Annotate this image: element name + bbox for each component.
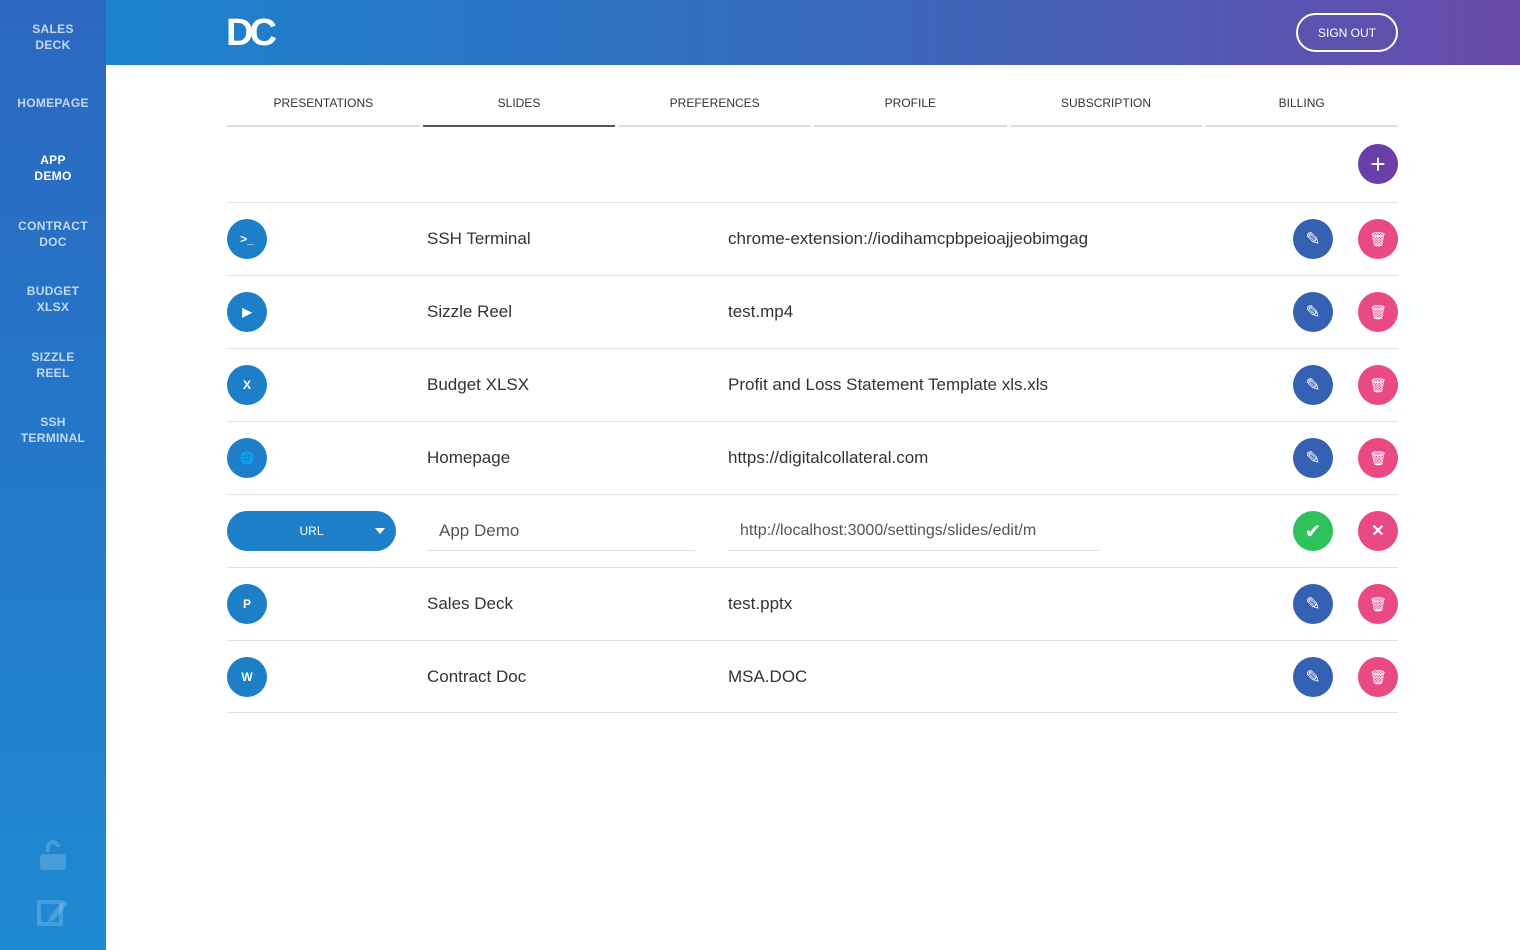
- slide-url-input[interactable]: http://localhost:3000/settings/slides/ed…: [728, 511, 1099, 551]
- tab-slides[interactable]: SLIDES: [422, 96, 616, 127]
- edit-button[interactable]: ✎: [1293, 657, 1333, 697]
- label: HOMEPAGE: [17, 96, 89, 110]
- sidebar-item-budget-xlsx[interactable]: BUDGET XLSX: [0, 283, 106, 315]
- slide-row-contract-doc: W Contract Doc MSA.DOC ✎ 🗑: [227, 640, 1398, 713]
- slide-name: Contract Doc: [427, 667, 527, 686]
- slide-name-input[interactable]: [427, 511, 695, 551]
- label: XLSX: [36, 300, 70, 314]
- tab-preferences[interactable]: PREFERENCES: [618, 96, 812, 127]
- tab-subscription[interactable]: SUBSCRIPTION: [1009, 96, 1203, 127]
- slide-row-sales-deck: P Sales Deck test.pptx ✎ 🗑: [227, 567, 1398, 640]
- delete-button[interactable]: 🗑: [1358, 438, 1398, 478]
- slide-name: Budget XLSX: [427, 375, 530, 394]
- pencil-icon: ✎: [1305, 301, 1321, 322]
- tab-billing[interactable]: BILLING: [1205, 96, 1399, 127]
- sidebar-item-sizzle-reel[interactable]: SIZZLE REEL: [0, 349, 106, 381]
- slide-name: Sizzle Reel: [427, 302, 513, 321]
- slide-source: MSA.DOC: [728, 667, 808, 686]
- trash-icon: 🗑: [1369, 595, 1387, 612]
- chevron-down-icon: [375, 528, 385, 534]
- edit-note-icon[interactable]: [36, 894, 70, 928]
- delete-button[interactable]: 🗑: [1358, 657, 1398, 697]
- tab-bar: PRESENTATIONS SLIDES PREFERENCES PROFILE…: [227, 96, 1399, 127]
- pencil-icon: ✎: [1305, 447, 1321, 468]
- tab-presentations[interactable]: PRESENTATIONS: [227, 96, 420, 127]
- label: SIZZLE: [31, 350, 75, 364]
- slide-source: https://digitalcollateral.com: [728, 448, 929, 467]
- slide-source: test.pptx: [728, 594, 793, 613]
- word-file-icon: W: [227, 657, 267, 697]
- slide-row-sizzle-reel: ▶ Sizzle Reel test.mp4 ✎ 🗑: [227, 275, 1398, 348]
- slide-name: Homepage: [427, 448, 511, 467]
- slide-source: test.mp4: [728, 302, 794, 321]
- edit-button[interactable]: ✎: [1293, 438, 1333, 478]
- slide-source: chrome-extension://iodihamcpbpeioajjeobi…: [728, 229, 1089, 248]
- pencil-icon: ✎: [1305, 593, 1321, 614]
- slide-row-homepage: 🌐 Homepage https://digitalcollateral.com…: [227, 421, 1398, 494]
- excel-file-icon: X: [227, 365, 267, 405]
- slide-name: Sales Deck: [427, 594, 513, 613]
- label: DOC: [39, 235, 67, 249]
- label: REEL: [36, 366, 70, 380]
- label: SSH: [40, 415, 66, 429]
- sidebar-item-app-demo[interactable]: APP DEMO: [0, 152, 106, 184]
- label: DEMO: [34, 169, 72, 183]
- tab-profile[interactable]: PROFILE: [814, 96, 1007, 127]
- sidebar-item-contract-doc[interactable]: CONTRACT DOC: [0, 218, 106, 250]
- delete-button[interactable]: 🗑: [1358, 365, 1398, 405]
- add-slide-button[interactable]: +: [1358, 144, 1398, 184]
- check-icon: ✔: [1304, 520, 1322, 543]
- globe-icon: 🌐: [227, 438, 267, 478]
- delete-button[interactable]: 🗑: [1358, 292, 1398, 332]
- label: BUDGET: [26, 284, 80, 298]
- slide-type-select[interactable]: URL: [227, 511, 396, 551]
- sidebar: SALES DECK HOMEPAGE APP DEMO CONTRACT DOC B…: [0, 0, 106, 950]
- sidebar-item-homepage[interactable]: HOMEPAGE: [0, 95, 106, 111]
- pencil-icon: ✎: [1305, 666, 1321, 687]
- trash-icon: 🗑: [1369, 230, 1387, 247]
- sidebar-item-sales-deck[interactable]: SALES DECK: [0, 21, 106, 53]
- slide-row-ssh-terminal: >_ SSH Terminal chrome-extension://iodih…: [227, 202, 1398, 275]
- label: SALES: [32, 22, 74, 36]
- edit-button[interactable]: ✎: [1293, 219, 1333, 259]
- edit-button[interactable]: ✎: [1293, 292, 1333, 332]
- terminal-icon: >_: [227, 219, 267, 259]
- confirm-button[interactable]: ✔: [1293, 511, 1333, 551]
- pencil-icon: ✎: [1305, 374, 1321, 395]
- header: DC SIGN OUT: [106, 0, 1520, 65]
- delete-button[interactable]: 🗑: [1358, 219, 1398, 259]
- sign-out-button[interactable]: SIGN OUT: [1296, 13, 1398, 52]
- trash-icon: 🗑: [1369, 668, 1387, 685]
- label: CONTRACT: [18, 219, 88, 233]
- slide-source: Profit and Loss Statement Template xls.x…: [728, 375, 1049, 394]
- sidebar-item-ssh-terminal[interactable]: SSH TERMINAL: [0, 414, 106, 446]
- edit-button[interactable]: ✎: [1293, 584, 1333, 624]
- powerpoint-file-icon: P: [227, 584, 267, 624]
- trash-icon: 🗑: [1369, 376, 1387, 393]
- slide-row-app-demo: URL http://localhost:3000/settings/slide…: [227, 494, 1398, 567]
- close-icon: ✕: [1371, 523, 1385, 540]
- label: TERMINAL: [20, 431, 86, 445]
- edit-button[interactable]: ✎: [1293, 365, 1333, 405]
- cancel-button[interactable]: ✕: [1358, 511, 1398, 551]
- unlock-icon[interactable]: [36, 838, 70, 872]
- trash-icon: 🗑: [1369, 449, 1387, 466]
- select-value: URL: [299, 524, 324, 538]
- label: APP: [40, 153, 66, 167]
- slide-row-budget-xlsx: X Budget XLSX Profit and Loss Statement …: [227, 348, 1398, 421]
- logo[interactable]: DC: [226, 13, 277, 53]
- video-file-icon: ▶: [227, 292, 267, 332]
- slide-name: SSH Terminal: [427, 229, 531, 248]
- trash-icon: 🗑: [1369, 303, 1387, 320]
- pencil-icon: ✎: [1305, 228, 1321, 249]
- label: DECK: [35, 38, 71, 52]
- delete-button[interactable]: 🗑: [1358, 584, 1398, 624]
